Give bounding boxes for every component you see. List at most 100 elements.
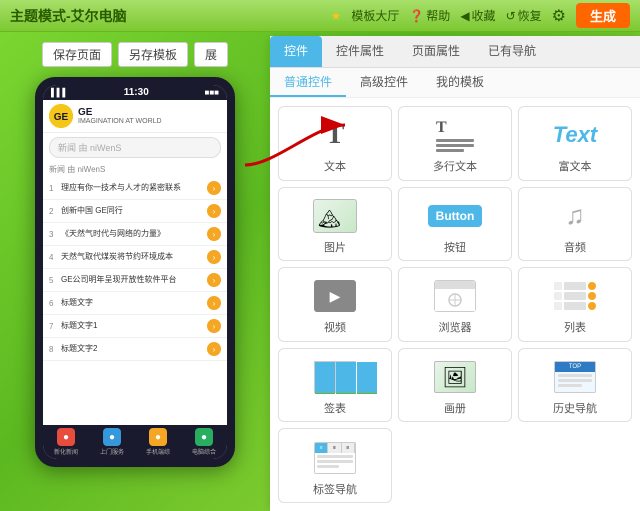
phone-time: 11:30 — [124, 87, 149, 98]
control-富文本[interactable]: Text 富文本 — [518, 106, 632, 181]
richtext-icon: Text — [553, 122, 597, 148]
phone-logo: GE — [49, 104, 73, 128]
browser-icon — [434, 280, 476, 312]
phone-list-item[interactable]: 3 《天然气时代与网络的力量》 › — [43, 223, 227, 246]
nav-label: 电脑综合 — [192, 447, 216, 456]
item-arrow-icon: › — [207, 319, 221, 333]
phone-mockup: ▌▌▌ 11:30 ■■■ GE GE IMAGINATION AT WORLD — [35, 77, 235, 467]
item-arrow-icon: › — [207, 250, 221, 264]
control-label: 视频 — [324, 319, 346, 335]
control-label: 富文本 — [559, 158, 592, 174]
video-icon — [314, 280, 356, 312]
control-音频[interactable]: ♫ 音频 — [518, 187, 632, 262]
nav-collect[interactable]: ◀ 收藏 — [460, 7, 495, 24]
list-icon — [554, 282, 596, 310]
subtab-2[interactable]: 我的模板 — [422, 68, 498, 97]
control-图片[interactable]: 图片 — [278, 187, 392, 262]
phone-list-item[interactable]: 7 标题文字1 › — [43, 315, 227, 338]
item-arrow-icon: › — [207, 204, 221, 218]
table-icon — [314, 361, 356, 393]
control-icon-audio: ♫ — [551, 197, 599, 235]
nav-label: 手机端综 — [146, 447, 170, 456]
phone-nav-item-1[interactable]: ● 上门服务 — [89, 428, 135, 456]
phone-nav-item-2[interactable]: ● 手机端综 — [135, 428, 181, 456]
phone-list-item[interactable]: 6 标题文字 › — [43, 292, 227, 315]
phone-list-item[interactable]: 1 理应有你一技术与人才的紧密联系 › — [43, 177, 227, 200]
text-icon: T — [326, 119, 345, 151]
item-text: 《天然气时代与网络的力量》 — [61, 229, 203, 239]
header-nav: ★ 模板大厅 ❓ 帮助 ◀ 收藏 ↺ 恢复 ⚙ 生成 — [331, 3, 630, 28]
control-icon-text: T — [311, 116, 359, 154]
multitext-icon: T — [436, 119, 474, 152]
expand-button[interactable]: 展 — [194, 42, 228, 67]
control-icon-tabs: ≡ ≡ ≡ — [311, 439, 359, 477]
phone-nav-item-0[interactable]: ● 新化新闻 — [43, 428, 89, 456]
item-text: 天然气取代煤炭将节约环境成本 — [61, 252, 203, 262]
phone-battery: ■■■ — [204, 88, 219, 97]
control-视频[interactable]: 视频 — [278, 267, 392, 342]
phone-list-item[interactable]: 4 天然气取代煤炭将节约环境成本 › — [43, 246, 227, 269]
nav-restore[interactable]: ↺ 恢复 — [506, 7, 542, 24]
save-as-button[interactable]: 另存模板 — [118, 42, 188, 67]
item-text: 标题文字1 — [61, 321, 203, 331]
tab-0[interactable]: 控件 — [270, 36, 322, 67]
control-label: 历史导航 — [553, 400, 597, 416]
control-label: 按钮 — [444, 239, 466, 255]
nav-icon: ● — [195, 428, 213, 446]
header: 主题模式-艾尔电脑 ★ 模板大厅 ❓ 帮助 ◀ 收藏 ↺ 恢复 ⚙ 生成 — [0, 0, 640, 32]
phone-search-text: 新闻 由 niWenS — [58, 143, 121, 153]
control-多行文本[interactable]: T 多行文本 — [398, 106, 512, 181]
control-列表[interactable]: 列表 — [518, 267, 632, 342]
control-icon-video — [311, 277, 359, 315]
history-icon: TOP — [554, 361, 596, 393]
nav-label: 新化新闻 — [54, 447, 78, 456]
control-画册[interactable]: 🖼 画册 — [398, 348, 512, 423]
control-历史导航[interactable]: TOP 历史导航 — [518, 348, 632, 423]
control-icon-image — [311, 197, 359, 235]
control-icon-browser — [431, 277, 479, 315]
phone-nav-item-3[interactable]: ● 电脑综合 — [181, 428, 227, 456]
phone-list-item[interactable]: 5 GE公司明年呈现开放性软件平台 › — [43, 269, 227, 292]
nav-help[interactable]: ❓ 帮助 — [409, 7, 450, 24]
right-panel: 控件控件属性页面属性已有导航 普通控件高级控件我的模板 T 文本 T 多行文本 … — [270, 36, 640, 511]
item-text: 创新中国 GE同行 — [61, 206, 203, 216]
tab-2[interactable]: 页面属性 — [398, 36, 474, 67]
control-label: 标签导航 — [313, 481, 357, 497]
phone-list-item[interactable]: 8 标题文字2 › — [43, 338, 227, 361]
image-icon — [313, 199, 357, 233]
control-label: 图片 — [324, 239, 346, 255]
item-number: 8 — [49, 345, 57, 354]
subtab-1[interactable]: 高级控件 — [346, 68, 422, 97]
item-number: 5 — [49, 276, 57, 285]
item-arrow-icon: › — [207, 227, 221, 241]
control-文本[interactable]: T 文本 — [278, 106, 392, 181]
control-标签导航[interactable]: ≡ ≡ ≡ 标签导航 — [278, 428, 392, 503]
item-arrow-icon: › — [207, 273, 221, 287]
phone-status-bar: ▌▌▌ 11:30 ■■■ — [43, 85, 227, 100]
tab-3[interactable]: 已有导航 — [474, 36, 550, 67]
control-label: 签表 — [324, 400, 346, 416]
item-number: 1 — [49, 184, 57, 193]
gear-icon[interactable]: ⚙ — [552, 6, 566, 26]
phone-list-item[interactable]: 2 创新中国 GE同行 › — [43, 200, 227, 223]
main-area: 保存页面 另存模板 展 ▌▌▌ 11:30 ■■■ GE — [0, 32, 640, 511]
svg-text:GE: GE — [54, 112, 69, 123]
control-按钮[interactable]: Button 按钮 — [398, 187, 512, 262]
item-number: 4 — [49, 253, 57, 262]
item-arrow-icon: › — [207, 296, 221, 310]
generate-button[interactable]: 生成 — [576, 3, 630, 28]
phone-list: 1 理应有你一技术与人才的紧密联系 › 2 创新中国 GE同行 › 3 《天然气… — [43, 177, 227, 425]
phone-brand-name: GE — [78, 107, 162, 118]
nav-icon: ● — [149, 428, 167, 446]
tab-1[interactable]: 控件属性 — [322, 36, 398, 67]
audio-icon: ♫ — [565, 200, 585, 231]
item-number: 6 — [49, 299, 57, 308]
subtab-0[interactable]: 普通控件 — [270, 68, 346, 97]
phone-search-bar[interactable]: 新闻 由 niWenS — [49, 137, 221, 158]
control-签表[interactable]: 签表 — [278, 348, 392, 423]
help-icon: ❓ — [409, 9, 424, 23]
save-page-button[interactable]: 保存页面 — [42, 42, 112, 67]
control-浏览器[interactable]: 浏览器 — [398, 267, 512, 342]
toolbar-bar: 保存页面 另存模板 展 — [42, 42, 228, 67]
nav-hall[interactable]: 模板大厅 — [351, 7, 399, 24]
